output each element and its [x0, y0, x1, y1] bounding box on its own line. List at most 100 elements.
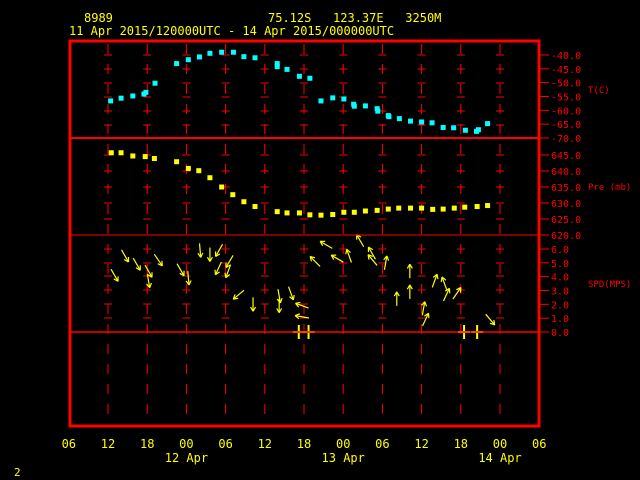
time-period: 11 Apr 2015/120000UTC - 14 Apr 2015/0000… [69, 24, 394, 38]
wind-arrow [206, 247, 213, 262]
temperature-point [207, 50, 213, 56]
wind-arrow [393, 291, 400, 306]
temperature-point [362, 103, 368, 109]
y-tick-label: 3.0 [551, 287, 569, 298]
temperature-point [419, 119, 425, 125]
temperature-point [143, 89, 149, 95]
x-tick-label: 12 [414, 437, 428, 451]
wind-arrow [197, 243, 204, 258]
temperature-point [241, 54, 247, 60]
x-date-label: 14 Apr [478, 451, 521, 465]
wind-arrow [232, 289, 245, 300]
wind-arrow-shaft [309, 256, 321, 267]
wind-arrow-head [279, 298, 283, 304]
wind-arrow-head [440, 276, 443, 283]
y-tick-label: 0.0 [551, 328, 569, 339]
pressure-point [196, 168, 202, 174]
pressure-point [440, 206, 446, 212]
pressure-point [142, 154, 148, 160]
wind-arrow [153, 253, 163, 267]
pressure-point [219, 184, 225, 190]
temperature-point [307, 75, 313, 81]
wind-arrow-head [224, 272, 227, 278]
pressure-point [396, 205, 402, 211]
temperature-point [196, 54, 202, 60]
y-tick-label: 635.0 [551, 183, 581, 194]
y-tick-label: -40.0 [551, 51, 581, 62]
wind-arrow [442, 287, 451, 302]
pressure-point [318, 212, 324, 218]
pressure-point [430, 206, 436, 212]
wind-arrow [356, 234, 365, 248]
pressure-point [485, 203, 491, 209]
x-tick-label: 00 [336, 437, 350, 451]
wind-arrow [225, 255, 234, 269]
page-number: 2 [14, 466, 21, 479]
x-tick-label: 12 [101, 437, 115, 451]
pressure-point [474, 204, 480, 210]
pressure-point [351, 209, 357, 215]
temperature-point [407, 118, 413, 124]
x-tick-label: 06 [62, 437, 76, 451]
wind-arrow [214, 244, 224, 257]
wind-arrow [345, 248, 353, 263]
x-date-label: 13 Apr [322, 451, 365, 465]
wind-arrow-head [295, 301, 301, 304]
x-tick-label: 00 [493, 437, 507, 451]
wind-arrow [309, 255, 321, 267]
pressure-point [108, 150, 114, 156]
temperature-point [230, 49, 236, 55]
pressure-point [118, 150, 124, 156]
pressure-point [385, 206, 391, 212]
y-tick-label: 6.0 [551, 245, 569, 256]
wind-arrow-head [436, 274, 439, 280]
temperature-point [152, 80, 158, 86]
temperature-point [341, 96, 347, 102]
wind-arrow-head [294, 313, 301, 317]
temperature-point [462, 127, 468, 133]
x-tick-label: 18 [140, 437, 154, 451]
y-tick-label: -65.0 [551, 120, 581, 131]
pressure-point [252, 204, 258, 210]
marks [108, 49, 496, 339]
wind-arrow-head [149, 282, 152, 288]
temperature-point [185, 57, 191, 63]
x-tick-label: 18 [454, 437, 468, 451]
wind-arrow [144, 264, 153, 278]
temperature-point [351, 103, 357, 109]
station-location: 75.12S 123.37E 3250M [268, 11, 441, 25]
wind-arrow [287, 286, 295, 301]
pressure-point [185, 165, 191, 171]
wind-arrow [431, 273, 439, 288]
wind-arrow [176, 263, 185, 277]
temperature-point [219, 49, 225, 55]
temperature-point [386, 114, 392, 120]
temperature-point [252, 55, 258, 61]
y-tick-label: -50.0 [551, 79, 581, 90]
pressure-point [241, 199, 247, 205]
pressure-point [341, 209, 347, 215]
wind-arrow [367, 254, 378, 266]
temperature-point [108, 98, 114, 104]
y-tick-label: 4.0 [551, 273, 569, 284]
wind-arrow [330, 254, 344, 263]
pressure-point [207, 175, 213, 181]
pressure-point [462, 204, 468, 210]
x-tick-label: 06 [218, 437, 232, 451]
temperature-point [296, 73, 302, 79]
y-tick-label: 625.0 [551, 215, 581, 226]
pressure-point [330, 212, 336, 218]
y-axis-label: T(C) [588, 86, 610, 96]
pressure-point [284, 210, 290, 216]
wind-arrow [214, 261, 222, 276]
temperature-point [429, 120, 435, 126]
wind-arrow [421, 301, 428, 316]
wind-arrow [250, 297, 257, 312]
pressure-point [362, 208, 368, 214]
temperature-point [130, 93, 136, 99]
wind-arrow [110, 268, 119, 282]
wind-arrow-head [493, 319, 496, 326]
pressure-point [307, 212, 313, 218]
wind-arrow [120, 249, 130, 263]
y-tick-label: -70.0 [551, 134, 581, 145]
